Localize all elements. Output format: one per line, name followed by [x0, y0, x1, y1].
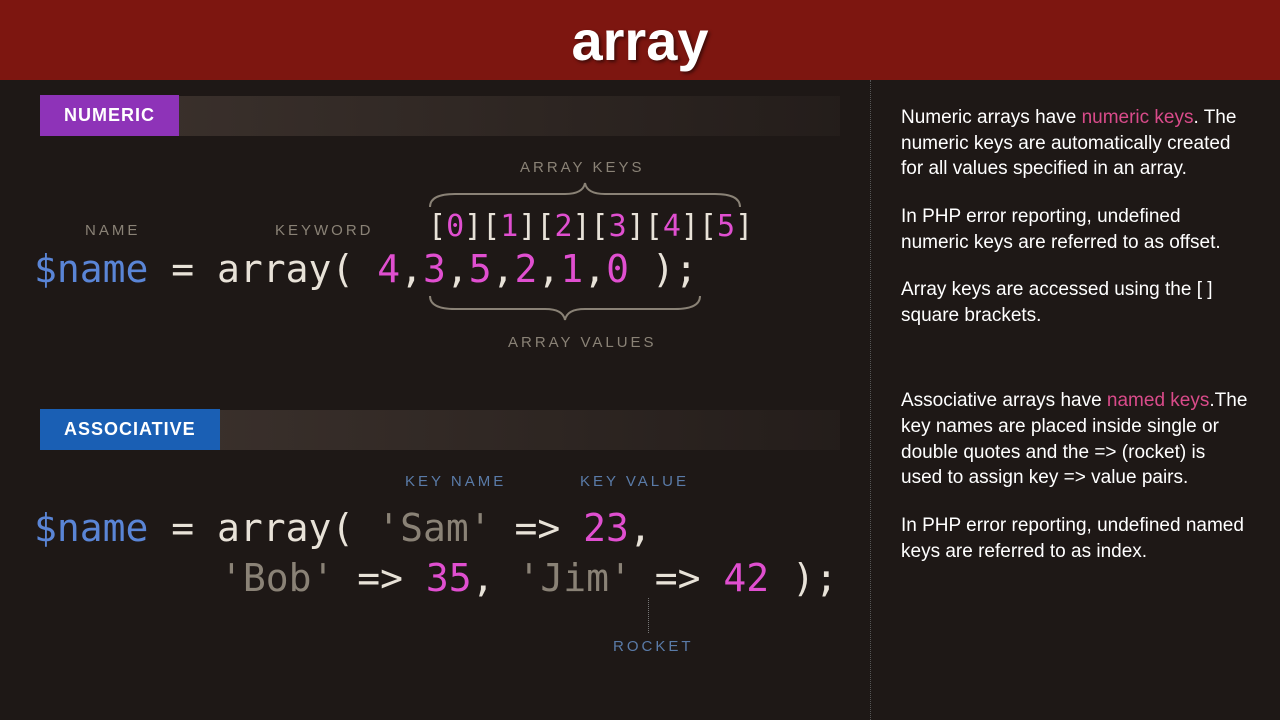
- assoc-code-line1: $name = array( 'Sam' => 23,: [34, 506, 652, 550]
- explain-p3: Array keys are accessed using the [ ] sq…: [901, 277, 1250, 328]
- rocket-pointer-line: [648, 598, 649, 633]
- numeric-tab-trail: [179, 96, 840, 136]
- numeric-tab: NUMERIC: [40, 95, 179, 136]
- assoc-tab-row: ASSOCIATIVE: [40, 409, 840, 450]
- numeric-keys-line: [0][1][2][3][4][5]: [428, 209, 753, 244]
- assoc-tab: ASSOCIATIVE: [40, 409, 220, 450]
- header-bar: array: [0, 0, 1280, 80]
- explain-p2: In PHP error reporting, undefined numeri…: [901, 204, 1250, 255]
- label-rocket: ROCKET: [613, 638, 694, 655]
- explain-p5: In PHP error reporting, undefined named …: [901, 513, 1250, 564]
- assoc-code-line2: 'Bob' => 35, 'Jim' => 42 );: [220, 556, 838, 600]
- brace-top-icon: [425, 179, 745, 209]
- assoc-diagram: KEY NAME KEY VALUE $name = array( 'Sam' …: [40, 458, 840, 708]
- right-column: Numeric arrays have numeric keys. The nu…: [870, 80, 1280, 720]
- label-name: NAME: [85, 222, 140, 239]
- label-key-value: KEY VALUE: [580, 473, 689, 490]
- label-array-values: ARRAY VALUES: [508, 334, 657, 351]
- brace-bottom-icon: [425, 294, 705, 324]
- explain-p4: Associative arrays have named keys.The k…: [901, 388, 1250, 491]
- label-array-keys: ARRAY KEYS: [520, 159, 644, 176]
- numeric-tab-row: NUMERIC: [40, 95, 840, 136]
- label-key-name: KEY NAME: [405, 473, 506, 490]
- numeric-code-line: $name = array( 4,3,5,2,1,0 );: [34, 247, 698, 291]
- assoc-tab-trail: [220, 410, 840, 450]
- left-column: NUMERIC ARRAY KEYS [0][1][2][3][4][5] NA…: [0, 80, 870, 720]
- numeric-diagram: ARRAY KEYS [0][1][2][3][4][5] NAME KEYWO…: [40, 144, 840, 409]
- page-title: array: [571, 8, 708, 73]
- content-area: NUMERIC ARRAY KEYS [0][1][2][3][4][5] NA…: [0, 80, 1280, 720]
- label-keyword: KEYWORD: [275, 222, 374, 239]
- explain-p1: Numeric arrays have numeric keys. The nu…: [901, 105, 1250, 182]
